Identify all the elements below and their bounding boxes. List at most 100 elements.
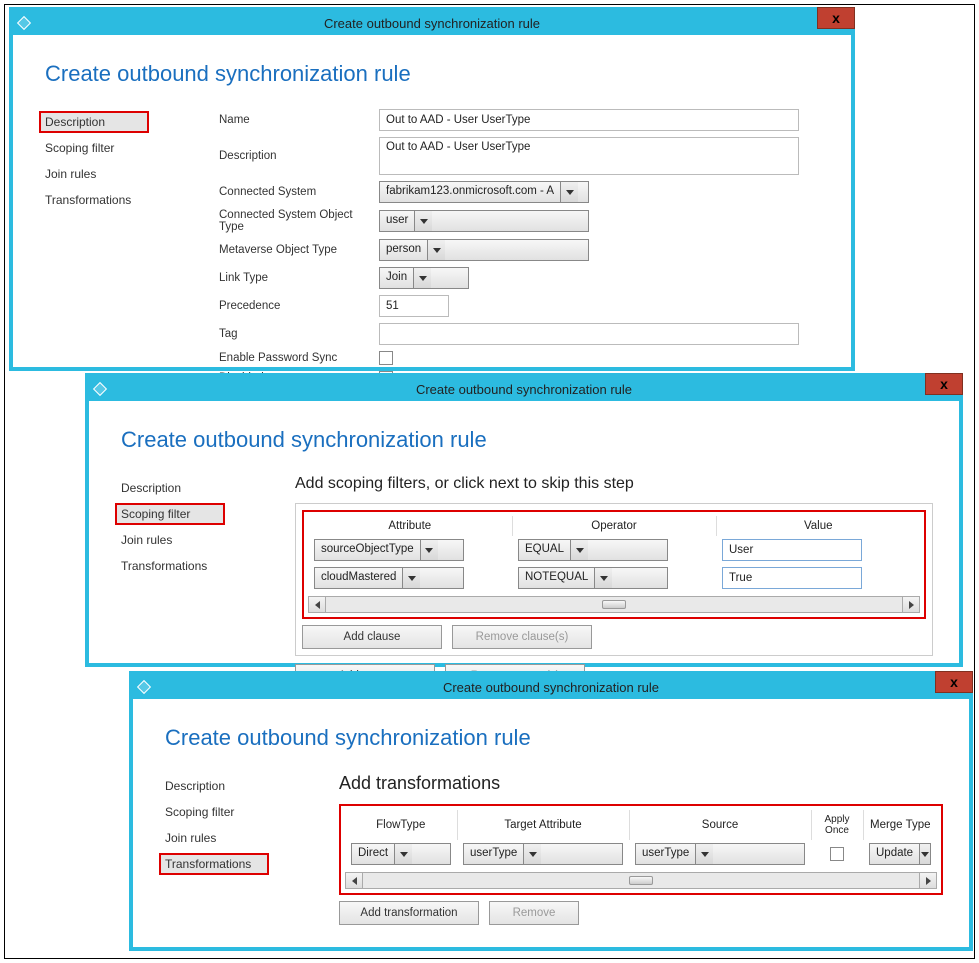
titlebar[interactable]: Create outbound synchronization rule x [13, 11, 851, 35]
remove-clause-button[interactable]: Remove clause(s) [452, 625, 592, 649]
scroll-right-icon[interactable] [902, 597, 919, 612]
table-row: sourceObjectType EQUAL User [308, 536, 920, 564]
dialog-transformations: Create outbound synchronization rule x C… [129, 671, 973, 951]
scoping-filter-table: Attribute Operator Value sourceObjectTyp… [302, 510, 926, 619]
scroll-thumb[interactable] [629, 876, 653, 885]
section-instruction: Add transformations [339, 773, 943, 794]
sidebar-item-description[interactable]: Description [39, 111, 149, 133]
col-flowtype: FlowType [345, 810, 457, 840]
label-link-type: Link Type [219, 272, 379, 284]
label-precedence: Precedence [219, 300, 379, 312]
select-source[interactable]: userType [635, 843, 805, 865]
sidebar-item-scoping[interactable]: Scoping filter [159, 801, 269, 823]
scroll-left-icon[interactable] [309, 597, 326, 612]
select-cs-object-type[interactable]: user [379, 210, 589, 232]
select-connected-system[interactable]: fabrikam123.onmicrosoft.com - A [379, 181, 589, 203]
input-name[interactable]: Out to AAD - User UserType [379, 109, 799, 131]
input-description[interactable]: Out to AAD - User UserType [379, 137, 799, 175]
titlebar[interactable]: Create outbound synchronization rule x [133, 675, 969, 699]
close-button[interactable]: x [935, 671, 973, 693]
table-row: Direct userType userType Update [345, 840, 937, 868]
select-mv-object-type[interactable]: person [379, 239, 589, 261]
chevron-down-icon [402, 568, 420, 588]
label-connected-system: Connected System [219, 186, 379, 198]
scroll-left-icon[interactable] [346, 873, 363, 888]
col-apply-once: Apply Once [811, 810, 863, 840]
label-name: Name [219, 114, 379, 126]
page-heading: Create outbound synchronization rule [45, 61, 825, 87]
window-title: Create outbound synchronization rule [133, 680, 969, 695]
sidebar-item-scoping[interactable]: Scoping filter [115, 503, 225, 525]
chevron-down-icon [523, 844, 541, 864]
sidebar-item-description[interactable]: Description [159, 775, 269, 797]
input-value[interactable]: User [722, 539, 862, 561]
select-link-type[interactable]: Join [379, 267, 469, 289]
col-attribute: Attribute [308, 516, 512, 536]
input-tag[interactable] [379, 323, 799, 345]
select-operator[interactable]: EQUAL [518, 539, 668, 561]
checkbox-enable-password-sync[interactable] [379, 351, 393, 365]
chevron-down-icon [414, 211, 432, 231]
sidebar-item-joinrules[interactable]: Join rules [115, 529, 225, 551]
close-icon: x [950, 674, 958, 690]
chevron-down-icon [919, 844, 930, 864]
label-mv-object-type: Metaverse Object Type [219, 244, 379, 256]
select-attribute[interactable]: sourceObjectType [314, 539, 464, 561]
sidebar-item-transformations[interactable]: Transformations [159, 853, 269, 875]
chevron-down-icon [394, 844, 412, 864]
horizontal-scrollbar[interactable] [345, 872, 937, 889]
page-heading: Create outbound synchronization rule [121, 427, 933, 453]
titlebar[interactable]: Create outbound synchronization rule x [89, 377, 959, 401]
table-row: cloudMastered NOTEQUAL True [308, 564, 920, 592]
scroll-right-icon[interactable] [919, 873, 936, 888]
scroll-thumb[interactable] [602, 600, 626, 609]
add-transformation-button[interactable]: Add transformation [339, 901, 479, 925]
select-flowtype[interactable]: Direct [351, 843, 451, 865]
horizontal-scrollbar[interactable] [308, 596, 920, 613]
sidebar-item-description[interactable]: Description [115, 477, 225, 499]
chevron-down-icon [420, 540, 438, 560]
label-tag: Tag [219, 328, 379, 340]
chevron-down-icon [695, 844, 713, 864]
select-merge-type[interactable]: Update [869, 843, 931, 865]
input-value[interactable]: True [722, 567, 862, 589]
sidebar-item-scoping[interactable]: Scoping filter [39, 137, 149, 159]
select-attribute[interactable]: cloudMastered [314, 567, 464, 589]
chevron-down-icon [594, 568, 612, 588]
col-operator: Operator [512, 516, 716, 536]
chevron-down-icon [570, 540, 588, 560]
chevron-down-icon [560, 182, 578, 202]
sidebar-item-transformations[interactable]: Transformations [115, 555, 225, 577]
select-target-attribute[interactable]: userType [463, 843, 623, 865]
close-icon: x [940, 376, 948, 392]
close-button[interactable]: x [817, 7, 855, 29]
description-form: Name Out to AAD - User UserType Descript… [219, 109, 825, 391]
transformations-table: FlowType Target Attribute Source Apply O… [339, 804, 943, 895]
col-merge: Merge Type [863, 810, 937, 840]
label-description: Description [219, 150, 379, 162]
col-value: Value [716, 516, 920, 536]
close-button[interactable]: x [925, 373, 963, 395]
page-heading: Create outbound synchronization rule [165, 725, 943, 751]
scoping-group-panel: Attribute Operator Value sourceObjectTyp… [295, 503, 933, 656]
input-precedence[interactable]: 51 [379, 295, 449, 317]
label-cs-object-type: Connected System Object Type [219, 209, 379, 233]
select-operator[interactable]: NOTEQUAL [518, 567, 668, 589]
sidebar: Description Scoping filter Join rules Tr… [39, 109, 219, 391]
sidebar-item-joinrules[interactable]: Join rules [159, 827, 269, 849]
sidebar: Description Scoping filter Join rules Tr… [115, 475, 295, 688]
dialog-scoping-filter: Create outbound synchronization rule x C… [85, 373, 963, 667]
window-title: Create outbound synchronization rule [89, 382, 959, 397]
chevron-down-icon [413, 268, 431, 288]
add-clause-button[interactable]: Add clause [302, 625, 442, 649]
close-icon: x [832, 10, 840, 26]
col-target: Target Attribute [457, 810, 629, 840]
sidebar-item-transformations[interactable]: Transformations [39, 189, 149, 211]
checkbox-apply-once[interactable] [830, 847, 844, 861]
label-enable-password-sync: Enable Password Sync [219, 352, 379, 364]
dialog-description: Create outbound synchronization rule x C… [9, 7, 855, 371]
remove-button[interactable]: Remove [489, 901, 579, 925]
sidebar-item-joinrules[interactable]: Join rules [39, 163, 149, 185]
sidebar: Description Scoping filter Join rules Tr… [159, 773, 339, 925]
section-instruction: Add scoping filters, or click next to sk… [295, 475, 933, 493]
